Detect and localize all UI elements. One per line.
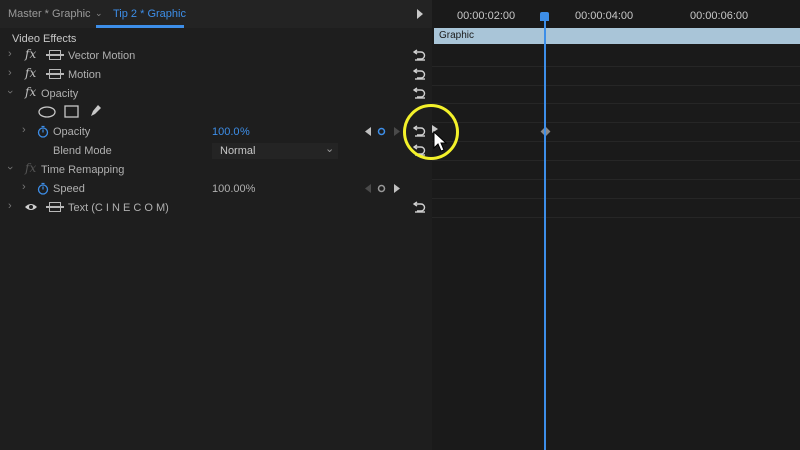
speed-value[interactable]: 100.00% bbox=[212, 183, 255, 195]
chevron-right-icon[interactable]: › bbox=[8, 200, 12, 212]
row-divider bbox=[432, 85, 800, 86]
reset-icon[interactable] bbox=[413, 199, 427, 213]
effect-timeline[interactable]: 00:00:02:00 00:00:04:00 00:00:06:00 Grap… bbox=[432, 0, 800, 450]
stopwatch-icon[interactable] bbox=[37, 182, 49, 195]
reset-icon[interactable] bbox=[413, 47, 427, 61]
blend-mode-value: Normal bbox=[220, 145, 256, 157]
effect-label: Time Remapping bbox=[41, 164, 125, 176]
next-keyframe-icon[interactable] bbox=[393, 184, 401, 193]
fx-icon[interactable]: fx bbox=[25, 85, 36, 99]
chevron-down-icon[interactable]: ⌄ bbox=[95, 8, 103, 19]
add-keyframe-icon[interactable] bbox=[377, 184, 386, 193]
chevron-right-icon[interactable]: › bbox=[22, 124, 26, 136]
clip-bar[interactable]: Graphic bbox=[434, 28, 800, 44]
panel-tab-bar: Master * Graphic ⌄ Tip 2 * Graphic bbox=[0, 0, 432, 29]
blend-mode-select[interactable]: Normal ⌄ bbox=[212, 143, 338, 159]
effect-label: Text (C I N E C O M) bbox=[68, 202, 169, 214]
opacity-unit: % bbox=[240, 126, 250, 138]
fx-icon[interactable]: fx bbox=[25, 66, 36, 80]
add-keyframe-icon[interactable] bbox=[377, 127, 386, 136]
fx-icon[interactable]: fx bbox=[25, 161, 36, 175]
chevron-down-icon[interactable]: › bbox=[4, 90, 16, 94]
effect-row-text-layer[interactable]: › Text (C I N E C O M) bbox=[0, 199, 432, 218]
row-divider bbox=[432, 160, 800, 161]
reset-icon[interactable] bbox=[413, 66, 427, 80]
param-label: Speed bbox=[53, 183, 85, 195]
param-label: Blend Mode bbox=[53, 145, 112, 157]
chevron-down-icon[interactable]: › bbox=[4, 166, 16, 170]
effect-row-vector-motion[interactable]: › fx Vector Motion bbox=[0, 47, 432, 66]
reset-icon[interactable] bbox=[413, 85, 427, 99]
timecode-label: 00:00:04:00 bbox=[575, 10, 634, 22]
timecode-label: 00:00:06:00 bbox=[690, 10, 749, 22]
playhead-line[interactable] bbox=[544, 18, 546, 450]
param-label: Opacity bbox=[53, 126, 91, 138]
keyframe-marker[interactable] bbox=[540, 126, 551, 137]
effect-row-time-remapping[interactable]: › fx Time Remapping bbox=[0, 161, 432, 180]
fx-icon[interactable]: fx bbox=[25, 47, 36, 61]
effect-row-motion[interactable]: › fx Motion bbox=[0, 66, 432, 85]
row-divider bbox=[432, 179, 800, 180]
effect-controls-panel: Video Effects › fx Vector Motion › fx Mo… bbox=[0, 28, 432, 450]
stopwatch-icon[interactable] bbox=[37, 125, 49, 138]
next-keyframe-icon[interactable] bbox=[393, 127, 401, 136]
row-divider bbox=[432, 103, 800, 104]
rectangle-mask-icon[interactable] bbox=[64, 105, 79, 118]
eye-icon[interactable] bbox=[24, 202, 38, 212]
row-divider bbox=[432, 198, 800, 199]
pen-mask-icon[interactable] bbox=[89, 103, 103, 118]
previous-keyframe-icon[interactable] bbox=[364, 184, 372, 193]
row-divider bbox=[432, 122, 800, 123]
opacity-value[interactable]: 100.0 bbox=[212, 126, 240, 138]
previous-keyframe-icon[interactable] bbox=[364, 127, 372, 136]
param-row-blend-mode[interactable]: Blend Mode Normal ⌄ bbox=[0, 142, 432, 161]
ellipse-mask-icon[interactable] bbox=[38, 106, 56, 118]
video-effects-header: Video Effects bbox=[12, 33, 77, 45]
row-divider bbox=[432, 217, 800, 218]
mouse-cursor-icon bbox=[433, 131, 447, 152]
param-row-speed[interactable]: › Speed 100.00% bbox=[0, 180, 432, 199]
effect-label: Motion bbox=[68, 69, 102, 81]
chevron-down-icon: ⌄ bbox=[325, 143, 335, 155]
motion-transform-icon bbox=[46, 202, 64, 212]
play-arrow-icon[interactable] bbox=[417, 9, 423, 19]
effect-row-opacity[interactable]: › fx Opacity bbox=[0, 85, 432, 104]
clip-name: Graphic bbox=[439, 30, 475, 41]
chevron-right-icon[interactable]: › bbox=[22, 181, 26, 193]
timecode-label: 00:00:02:00 bbox=[457, 10, 516, 22]
motion-transform-icon bbox=[46, 69, 64, 79]
effect-label: Opacity bbox=[41, 88, 79, 100]
time-ruler[interactable]: 00:00:02:00 00:00:04:00 00:00:06:00 bbox=[432, 0, 800, 28]
effect-label: Vector Motion bbox=[68, 50, 136, 62]
chevron-right-icon[interactable]: › bbox=[8, 48, 12, 60]
param-row-opacity[interactable]: › Opacity 100.0 % bbox=[0, 123, 432, 142]
row-divider bbox=[432, 66, 800, 67]
motion-transform-icon bbox=[46, 50, 64, 60]
tab-tip2-graphic[interactable]: Tip 2 * Graphic bbox=[113, 8, 186, 20]
mask-tools bbox=[0, 103, 432, 123]
tab-master-graphic[interactable]: Master * Graphic bbox=[8, 8, 91, 20]
row-divider bbox=[432, 141, 800, 142]
chevron-right-icon[interactable]: › bbox=[8, 67, 12, 79]
